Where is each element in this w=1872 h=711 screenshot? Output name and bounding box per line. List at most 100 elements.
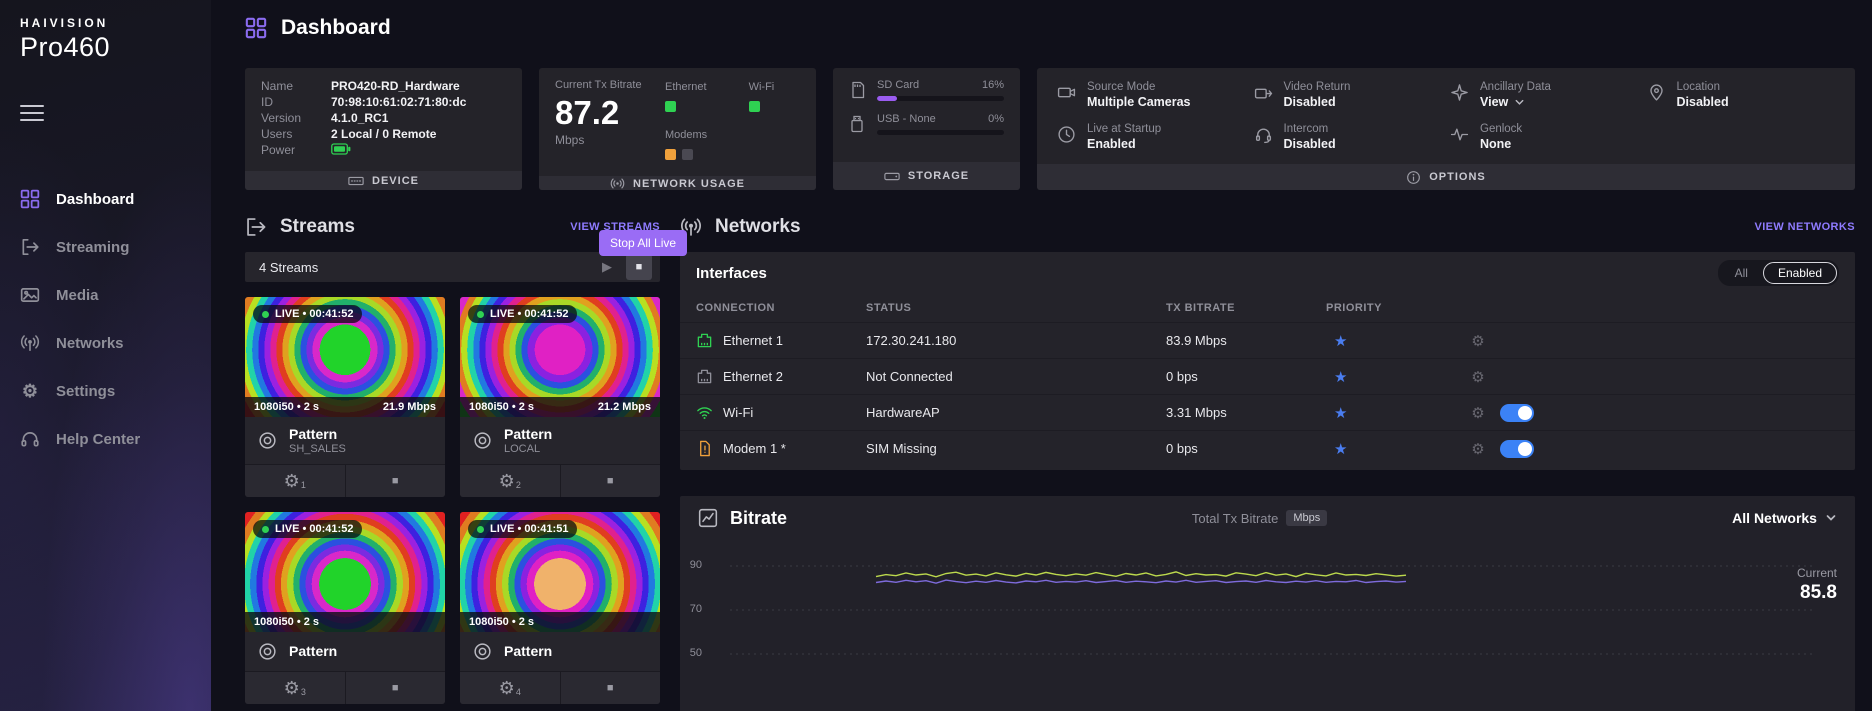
usb-percent: 0% [988,113,1004,125]
y-axis-tick: 50 [686,647,702,659]
sd-card-icon [849,81,865,99]
stream-footer: ⚙3 ■ [245,671,445,704]
sidebar-item-streaming[interactable]: Streaming [0,223,211,271]
tx-bitrate-value: 87.2 [555,94,651,132]
battery-icon [331,143,506,159]
network-usage-card-footer: NETWORK USAGE [539,176,816,190]
sidebar-item-help-center[interactable]: Help Center [0,415,211,463]
modem-enable-toggle[interactable] [1500,440,1534,458]
sidebar-item-label: Help Center [56,431,140,448]
option-label: Live at Startup [1087,123,1161,135]
interface-settings-icon[interactable]: ⚙ [1456,440,1500,458]
ancillary-data-dropdown[interactable]: View [1480,95,1551,109]
dashboard-grid-icon [20,189,40,209]
view-networks-link[interactable]: VIEW NETWORKS [1754,221,1855,233]
table-row-modem1[interactable]: Modem 1 * SIM Missing 0 bps ★ ⚙ [680,430,1855,466]
stream-settings-button[interactable]: ⚙1 [245,465,345,497]
table-row-ethernet1[interactable]: Ethernet 1 172.30.241.180 83.9 Mbps ★ ⚙ [680,322,1855,358]
live-dot-icon [262,526,269,533]
column-connection: CONNECTION [696,302,866,314]
network-selector-dropdown[interactable]: All Networks [1732,510,1837,526]
interface-status: Not Connected [866,369,1166,384]
interface-settings-icon[interactable]: ⚙ [1456,368,1500,386]
option-value: Disabled [1284,137,1336,151]
page-header: Dashboard [211,0,1872,56]
stream-format: 1080i50 • 2 s [254,616,319,628]
pattern-target-icon [257,641,278,662]
networks-header: Networks VIEW NETWORKS [680,210,1855,244]
interface-settings-icon[interactable]: ⚙ [1456,404,1500,422]
stream-format: 1080i50 • 2 s [469,401,534,413]
stream-settings-button[interactable]: ⚙4 [460,672,560,704]
networks-section: Networks VIEW NETWORKS Interfaces All En… [680,210,1855,711]
wifi-enable-toggle[interactable] [1500,404,1534,422]
page-title: Dashboard [281,16,391,40]
option-ancillary-data: Ancillary Data View [1450,81,1639,109]
filter-all-button[interactable]: All [1720,262,1763,284]
option-video-return: Video Return Disabled [1254,81,1443,109]
start-all-button[interactable]: ▶ [598,257,616,277]
table-row-wifi[interactable]: Wi-Fi HardwareAP 3.31 Mbps ★ ⚙ [680,394,1855,430]
sidebar-item-settings[interactable]: ⚙ Settings [0,367,211,415]
interfaces-title: Interfaces [696,265,767,282]
live-badge: LIVE • 00:41:52 [468,305,577,323]
y-axis-tick: 90 [686,559,702,571]
streams-header: Streams VIEW STREAMS [245,210,660,244]
stream-stop-button[interactable]: ■ [560,465,661,497]
interfaces-filter: All Enabled [1718,260,1839,286]
stream-stop-button[interactable]: ■ [345,672,446,704]
pattern-target-icon [472,430,493,451]
interface-settings-icon[interactable]: ⚙ [1456,332,1500,350]
stream-gear-count: 3 [301,687,306,697]
device-row-value: PRO420-RD_Hardware [331,79,506,94]
sidebar-item-media[interactable]: Media [0,271,211,319]
stream-thumbnail[interactable]: LIVE • 00:41:51 1080i50 • 2 s [460,512,660,632]
stream-gear-count: 4 [516,687,521,697]
priority-star-icon[interactable]: ★ [1326,404,1456,422]
stream-stop-button[interactable]: ■ [345,465,446,497]
live-badge: LIVE • 00:41:52 [253,520,362,538]
stream-name: Pattern [289,426,346,442]
modems-status-group: Modems [665,129,774,165]
camera-icon [1057,83,1076,102]
stream-card: LIVE • 00:41:51 1080i50 • 2 s Pattern [460,512,660,704]
priority-star-icon[interactable]: ★ [1326,332,1456,350]
media-icon [20,285,40,305]
current-value: 85.8 [1797,582,1837,604]
filter-enabled-button[interactable]: Enabled [1763,262,1837,284]
stream-thumbnail[interactable]: LIVE • 00:41:52 1080i50 • 2 s [245,512,445,632]
stream-settings-button[interactable]: ⚙3 [245,672,345,704]
ethernet-icon [696,332,713,349]
priority-star-icon[interactable]: ★ [1326,440,1456,458]
streams-count: 4 Streams [259,260,318,275]
sidebar-item-dashboard[interactable]: Dashboard [0,175,211,223]
stream-info: Pattern [460,632,660,671]
stream-info: Pattern LOCAL [460,417,660,464]
hamburger-menu-icon[interactable] [20,105,44,121]
stream-format: 1080i50 • 2 s [254,401,319,413]
sd-card-label: SD Card [877,79,919,91]
option-value: None [1480,137,1522,151]
interfaces-panel: Interfaces All Enabled CONNECTION STATUS… [680,252,1855,470]
stream-settings-button[interactable]: ⚙2 [460,465,560,497]
stop-icon: ■ [607,682,614,694]
sidebar-item-networks[interactable]: Networks [0,319,211,367]
stream-thumbnail[interactable]: LIVE • 00:41:52 1080i50 • 2 s21.9 Mbps [245,297,445,417]
bitrate-subtitle: Total Tx Bitrate [1192,511,1278,526]
gear-icon: ⚙ [284,472,300,490]
table-row-ethernet2[interactable]: Ethernet 2 Not Connected 0 bps ★ ⚙ [680,358,1855,394]
options-card-footer-label: OPTIONS [1429,171,1486,183]
stream-card: LIVE • 00:41:52 1080i50 • 2 s Pattern [245,512,445,704]
stream-bitrate: 21.2 Mbps [598,401,651,413]
stream-bitrate: 21.9 Mbps [383,401,436,413]
device-row-label: Name [261,79,331,94]
stream-thumbnail[interactable]: LIVE • 00:41:52 1080i50 • 2 s 21.2 Mbps [460,297,660,417]
bitrate-panel: Bitrate Total Tx Bitrate Mbps All Networ… [680,496,1855,711]
live-dot-icon [477,526,484,533]
bitrate-title: Bitrate [730,508,787,529]
priority-star-icon[interactable]: ★ [1326,368,1456,386]
stream-stop-button[interactable]: ■ [560,672,661,704]
streams-grid: LIVE • 00:41:52 1080i50 • 2 s 21.9 Mbps P… [245,297,660,704]
stop-all-button[interactable]: ■ [626,254,652,280]
option-label: Location [1677,81,1729,93]
